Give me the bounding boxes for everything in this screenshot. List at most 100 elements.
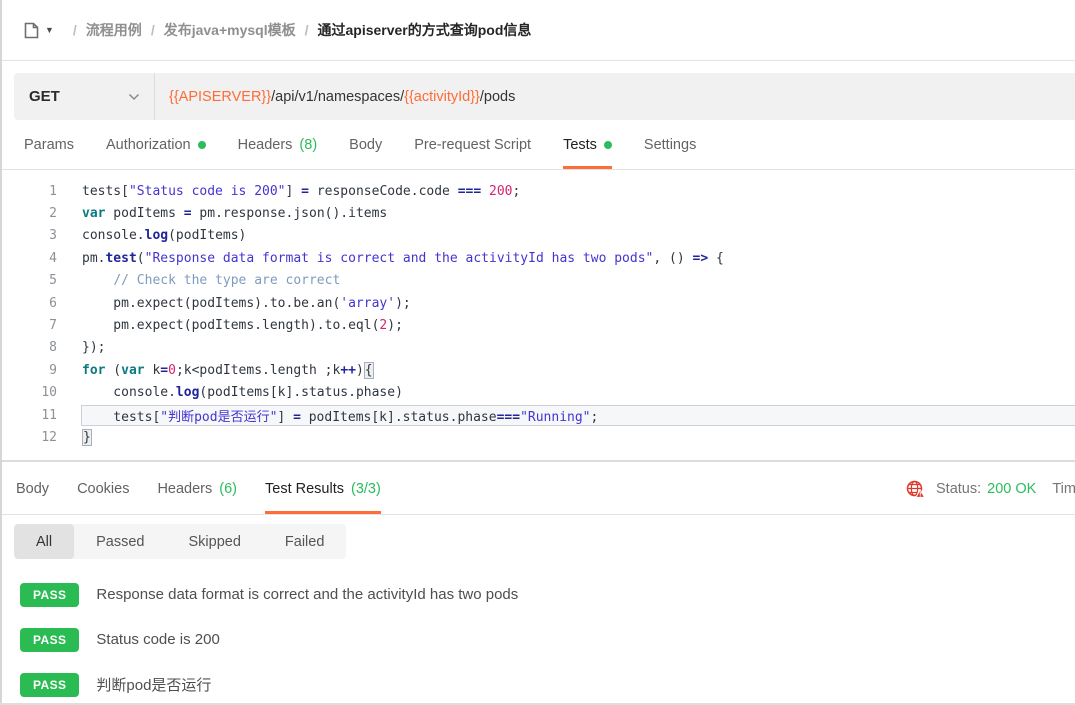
code-token: { (708, 251, 724, 266)
breadcrumb-separator: / (305, 22, 309, 38)
tab-body[interactable]: Body (349, 121, 382, 169)
code-token: => (693, 251, 709, 266)
tab-headers[interactable]: Headers(8) (238, 121, 318, 169)
code-token: pm.expect(podItems).to.be.an( (82, 296, 340, 311)
test-results-list: PASS Response data format is correct and … (0, 572, 1075, 705)
code-token: (podItems) (168, 228, 246, 243)
code-token: var (82, 206, 105, 221)
line-number: 1 (0, 184, 57, 199)
request-view: ▼ /流程用例/发布java+mysql模板/通过apiserver的方式查询p… (0, 0, 1075, 705)
code-token: "判断pod是否运行" (160, 410, 277, 425)
pass-badge: PASS (20, 628, 79, 652)
code-line: 10 console.log(podItems[k].status.phase) (0, 382, 1075, 404)
green-dot-icon (198, 141, 206, 149)
breadcrumb-item[interactable]: 发布java+mysql模板 (164, 22, 296, 38)
breadcrumb-item[interactable]: 通过apiserver的方式查询pod信息 (317, 22, 531, 38)
line-number: 9 (0, 363, 57, 378)
code-token: = (160, 363, 168, 378)
code-text: // Check the type are correct (82, 273, 1075, 288)
breadcrumb-separator: / (151, 22, 155, 38)
tab-tests[interactable]: Tests (563, 121, 612, 169)
code-line: 9for (var k=0;k<podItems.length ;k++){ (0, 359, 1075, 381)
method-dropdown[interactable]: GET (14, 73, 155, 120)
code-token: responseCode.code (309, 184, 458, 199)
breadcrumb-item[interactable]: 流程用例 (86, 22, 142, 38)
code-text: pm.test("Response data format is correct… (82, 251, 1075, 266)
code-line: 2var podItems = pm.response.json().items (0, 202, 1075, 224)
response-meta: Status: 200 OK Time: (905, 464, 1075, 514)
code-token: === (497, 410, 520, 425)
code-token: tests[ (82, 184, 129, 199)
code-token: ; (513, 184, 521, 199)
filter-skipped[interactable]: Skipped (167, 524, 263, 559)
code-token: k (145, 363, 161, 378)
tab-label: Settings (644, 137, 696, 153)
line-number: 8 (0, 340, 57, 355)
code-token: for (82, 363, 105, 378)
green-dot-icon (604, 141, 612, 149)
tab-pre-request-script[interactable]: Pre-request Script (414, 121, 531, 169)
response-tab-label: Headers (157, 481, 212, 497)
filter-failed[interactable]: Failed (263, 524, 347, 559)
code-token: "Response data format is correct and the… (145, 251, 654, 266)
code-text: for (var k=0;k<podItems.length ;k++){ (82, 363, 1075, 378)
code-token: var (121, 363, 144, 378)
network-warning-icon[interactable] (905, 479, 926, 500)
code-line: 8}); (0, 337, 1075, 359)
chevron-down-icon[interactable]: ▼ (45, 25, 54, 35)
code-token: "Status code is 200" (129, 184, 286, 199)
code-token: ;k<podItems.length ;k (176, 363, 340, 378)
code-token: tests[ (82, 410, 160, 425)
chevron-down-icon (128, 88, 140, 106)
code-token: test (105, 251, 136, 266)
code-token: pm.response.json().items (192, 206, 388, 221)
response-tab-label: Test Results (265, 481, 344, 497)
tests-code-editor[interactable]: 1tests["Status code is 200"] = responseC… (0, 170, 1075, 462)
filter-all[interactable]: All (14, 524, 74, 559)
code-text: }); (82, 340, 1075, 355)
file-icon[interactable] (22, 21, 41, 40)
response-tabs: Body Cookies Headers(6) Test Results(3/3) (16, 464, 409, 514)
line-number: 6 (0, 296, 57, 311)
code-token: = (293, 410, 301, 425)
breadcrumb: ▼ /流程用例/发布java+mysql模板/通过apiserver的方式查询p… (0, 0, 1075, 61)
url-input[interactable]: {{APISERVER}}/api/v1/namespaces/{{activi… (155, 73, 515, 120)
response-tab-headers[interactable]: Headers(6) (157, 464, 237, 514)
filter-passed[interactable]: Passed (74, 524, 166, 559)
code-token: ( (137, 251, 145, 266)
code-token: ] (277, 410, 293, 425)
code-token: === (458, 184, 481, 199)
code-token: 'array' (340, 296, 395, 311)
breadcrumb-items: /流程用例/发布java+mysql模板/通过apiserver的方式查询pod… (64, 20, 532, 40)
code-token: ++ (340, 363, 356, 378)
request-tabs: Params Authorization Headers(8) Body Pre-req… (0, 121, 1075, 170)
status-label: Status: (936, 481, 981, 497)
response-tab-body[interactable]: Body (16, 464, 49, 514)
pass-badge: PASS (20, 583, 79, 607)
code-token: ); (395, 296, 411, 311)
tab-label: Body (349, 137, 382, 153)
response-tab-test-results[interactable]: Test Results(3/3) (265, 464, 381, 514)
code-line: 6 pm.expect(podItems).to.be.an('array'); (0, 292, 1075, 314)
code-token: log (176, 385, 199, 400)
response-tab-label: Cookies (77, 481, 129, 497)
code-line: 1 tests["Status code is 200"] = responseC… (0, 180, 1075, 202)
tab-label: Authorization (106, 137, 191, 153)
code-token: ); (387, 318, 403, 333)
test-result-text: Response data format is correct and the … (96, 586, 518, 603)
line-number: 10 (0, 385, 57, 400)
tab-label: Params (24, 137, 74, 153)
code-token: ] (286, 184, 302, 199)
tab-authorization[interactable]: Authorization (106, 121, 206, 169)
time-label: Time: (1052, 481, 1075, 497)
code-token: = (301, 184, 309, 199)
tab-settings[interactable]: Settings (644, 121, 696, 169)
code-token: "Running" (520, 410, 590, 425)
code-line: 4pm.test("Response data format is correc… (0, 247, 1075, 269)
url-template-variable: {{APISERVER}} (169, 89, 271, 105)
code-text: pm.expect(podItems).to.be.an('array'); (82, 296, 1075, 311)
response-tab-cookies[interactable]: Cookies (77, 464, 129, 514)
code-token: (podItems[k].status.phase) (199, 385, 403, 400)
code-token: ( (105, 363, 121, 378)
tab-params[interactable]: Params (24, 121, 74, 169)
